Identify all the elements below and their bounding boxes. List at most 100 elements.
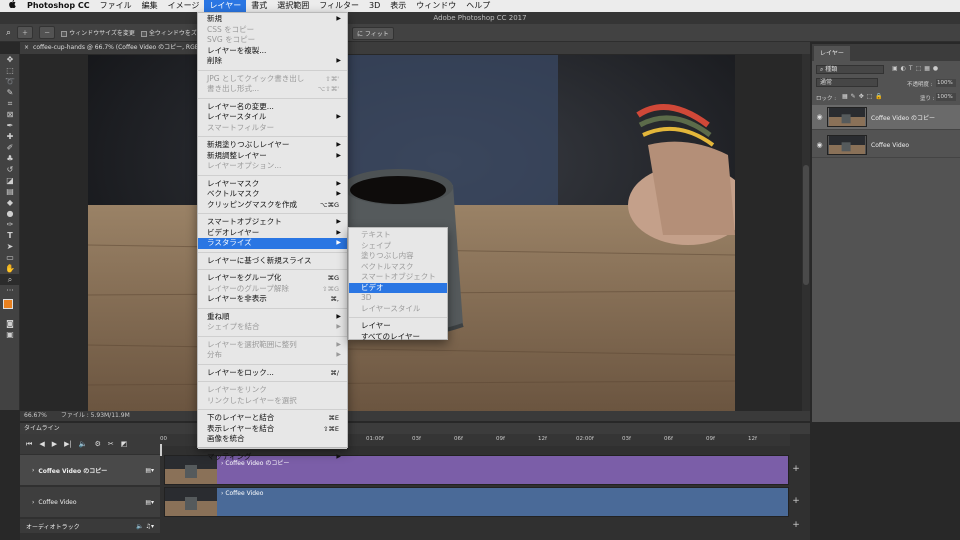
layer_menu-item[interactable]: レイヤーをグループ化 ⌘G xyxy=(198,273,347,284)
menu-type[interactable]: 書式 xyxy=(246,0,272,12)
playhead[interactable] xyxy=(160,444,162,456)
quick-select-tool-icon[interactable]: ✎ xyxy=(0,87,20,98)
audio-track-header[interactable]: オーディオトラック 🔈 ♫▾ xyxy=(20,519,160,533)
timeline-tab[interactable]: タイムライン xyxy=(20,423,810,434)
type-tool-icon[interactable]: T xyxy=(0,230,20,241)
layer_menu-item[interactable]: ラスタライズ ▶ xyxy=(198,238,347,249)
add-media-plus-icon[interactable]: + xyxy=(790,464,802,474)
more-tools-icon[interactable]: ··· xyxy=(0,285,20,296)
zoom-tool-icon[interactable]: ⌕ xyxy=(6,28,11,38)
visibility-eye-icon[interactable]: ◉ xyxy=(812,113,827,121)
fill-input[interactable]: 100% xyxy=(936,93,956,101)
eraser-tool-icon[interactable]: ◪ xyxy=(0,175,20,186)
rasterize_submenu-item[interactable]: すべてのレイヤー xyxy=(349,332,447,343)
menu-layer[interactable]: レイヤー xyxy=(204,0,247,12)
path-select-tool-icon[interactable]: ➤ xyxy=(0,241,20,252)
zoom-level[interactable]: 66.67% xyxy=(24,412,47,419)
stamp-tool-icon[interactable]: ♣ xyxy=(0,153,20,164)
layer_menu-item[interactable]: 削除 ▶ xyxy=(198,56,347,67)
previous-frame-icon[interactable]: ◀ xyxy=(39,440,44,448)
zoom-all-windows-checkbox[interactable]: 全ウィンドウをズ xyxy=(140,28,197,37)
menu-window[interactable]: ウィンドウ xyxy=(411,0,461,12)
layer-name[interactable]: Coffee Video のコピー xyxy=(871,113,935,122)
crop-tool-icon[interactable]: ⌗ xyxy=(0,98,20,109)
menu-view[interactable]: 表示 xyxy=(385,0,411,12)
track-header[interactable]: › Coffee Video ▤▾ xyxy=(20,487,160,517)
layer_menu-item[interactable]: 新規調整レイヤー ▶ xyxy=(198,151,347,162)
move-tool-icon[interactable]: ✥ xyxy=(0,54,20,65)
layer_menu-item[interactable]: ビデオレイヤー ▶ xyxy=(198,228,347,239)
layer-filter-select[interactable]: ⌕ 種類 xyxy=(816,65,884,74)
lock-icons[interactable]: ▦✎✥⬚🔒 xyxy=(842,93,886,100)
menu-help[interactable]: ヘルプ xyxy=(461,0,495,12)
layer-name[interactable]: Coffee Video xyxy=(871,142,909,149)
menu-edit[interactable]: 編集 xyxy=(137,0,163,12)
document-tab[interactable]: × coffee-cup-hands @ 66.7% (Coffee Video … xyxy=(20,42,810,54)
menu-image[interactable]: イメージ xyxy=(163,0,205,12)
layer_menu-item[interactable]: レイヤー名の変更... xyxy=(198,102,347,113)
track-options-icon[interactable]: ▤▾ xyxy=(145,467,154,474)
settings-gear-icon[interactable]: ⚙ xyxy=(95,440,101,448)
visibility-eye-icon[interactable]: ◉ xyxy=(812,141,827,149)
split-scissors-icon[interactable]: ✂ xyxy=(108,440,114,448)
menu-filter[interactable]: フィルター xyxy=(314,0,364,12)
zoom-in-button[interactable]: ＋ xyxy=(17,26,34,39)
fit-screen-button[interactable]: に フィット xyxy=(352,27,394,40)
mute-audio-icon[interactable]: 🔈 xyxy=(79,440,88,448)
foreground-color-swatch[interactable] xyxy=(3,299,13,309)
app-name-menu[interactable]: Photoshop CC xyxy=(22,0,95,12)
play-icon[interactable]: ▶ xyxy=(52,440,57,448)
audio-track-icons[interactable]: 🔈 ♫▾ xyxy=(136,523,154,530)
canvas-scroll-thumb[interactable] xyxy=(803,165,809,285)
menu-file[interactable]: ファイル xyxy=(95,0,137,12)
zoom-tool-icon[interactable]: ⌕ xyxy=(0,274,20,285)
transition-icon[interactable]: ◩ xyxy=(121,440,128,448)
apple-menu-icon[interactable] xyxy=(0,0,22,12)
dodge-tool-icon[interactable]: ● xyxy=(0,208,20,219)
zoom-out-button[interactable]: － xyxy=(39,26,56,39)
layer_menu-item[interactable]: 下のレイヤーと結合 ⌘E xyxy=(198,413,347,424)
layer_menu-item[interactable]: 新規 ▶ xyxy=(198,14,347,25)
opacity-input[interactable]: 100% xyxy=(936,79,956,87)
resize-windows-checkbox[interactable]: ウィンドウサイズを変更 xyxy=(61,28,135,37)
blend-mode-select[interactable]: 通常 xyxy=(816,78,878,87)
quick-mask-icon[interactable]: ◙ xyxy=(0,318,20,329)
layer_menu-item[interactable]: 画像を統合 xyxy=(198,434,347,445)
layer_menu-item[interactable]: クリッピングマスクを作成 ⌥⌘G xyxy=(198,200,347,211)
expand-track-chevron-icon[interactable]: › xyxy=(32,467,34,474)
menu-3d[interactable]: 3D xyxy=(364,0,385,12)
rasterize_submenu-item[interactable]: レイヤー xyxy=(349,321,447,332)
history-brush-tool-icon[interactable]: ↺ xyxy=(0,164,20,175)
track-header[interactable]: › Coffee Video のコピー ▤▾ xyxy=(20,455,160,485)
layer_menu-item[interactable]: ベクトルマスク ▶ xyxy=(198,189,347,200)
rasterize_submenu-item[interactable]: ビデオ xyxy=(349,282,447,293)
add-media-plus-icon[interactable]: + xyxy=(790,496,802,506)
gradient-tool-icon[interactable]: ▤ xyxy=(0,186,20,197)
go-to-first-frame-icon[interactable]: ⏮ xyxy=(26,440,32,449)
layer_menu-item[interactable]: 表示レイヤーを結合 ⇧⌘E xyxy=(198,424,347,435)
pen-tool-icon[interactable]: ✑ xyxy=(0,219,20,230)
track-options-icon[interactable]: ▤▾ xyxy=(145,499,154,506)
layer-row[interactable]: ◉ Coffee Video xyxy=(812,133,960,158)
lasso-tool-icon[interactable]: ➰ xyxy=(0,76,20,87)
menu-select[interactable]: 選択範囲 xyxy=(272,0,314,12)
layer_menu-item[interactable]: レイヤーマスク ▶ xyxy=(198,179,347,190)
layer_menu-item[interactable]: 重ね順 ▶ xyxy=(198,312,347,323)
hand-tool-icon[interactable]: ✋ xyxy=(0,263,20,274)
layer_menu-item[interactable]: スマートオブジェクト ▶ xyxy=(198,217,347,228)
layer-row[interactable]: ◉ Coffee Video のコピー xyxy=(812,105,960,130)
layer-filter-icons[interactable]: ▣◐T⬚▦● xyxy=(892,65,941,72)
color-swatches[interactable] xyxy=(0,296,19,318)
next-frame-icon[interactable]: ▶| xyxy=(64,440,72,448)
frame-tool-icon[interactable]: ⊠ xyxy=(0,109,20,120)
layer_menu-item[interactable]: レイヤースタイル ▶ xyxy=(198,112,347,123)
layer_menu-item[interactable]: レイヤーをロック... ⌘/ xyxy=(198,368,347,379)
layer_menu-item[interactable]: 新規塗りつぶしレイヤー ▶ xyxy=(198,140,347,151)
marquee-tool-icon[interactable]: ⬚ xyxy=(0,65,20,76)
layer_menu-item[interactable]: レイヤーを非表示 ⌘, xyxy=(198,294,347,305)
layer_menu-item[interactable]: マッティング ▶ xyxy=(198,452,347,463)
video-clip[interactable]: › Coffee Video xyxy=(164,487,789,517)
close-tab-icon[interactable]: × xyxy=(24,44,29,51)
brush-tool-icon[interactable]: ✐ xyxy=(0,142,20,153)
screen-mode-icon[interactable]: ▣ xyxy=(0,329,20,340)
